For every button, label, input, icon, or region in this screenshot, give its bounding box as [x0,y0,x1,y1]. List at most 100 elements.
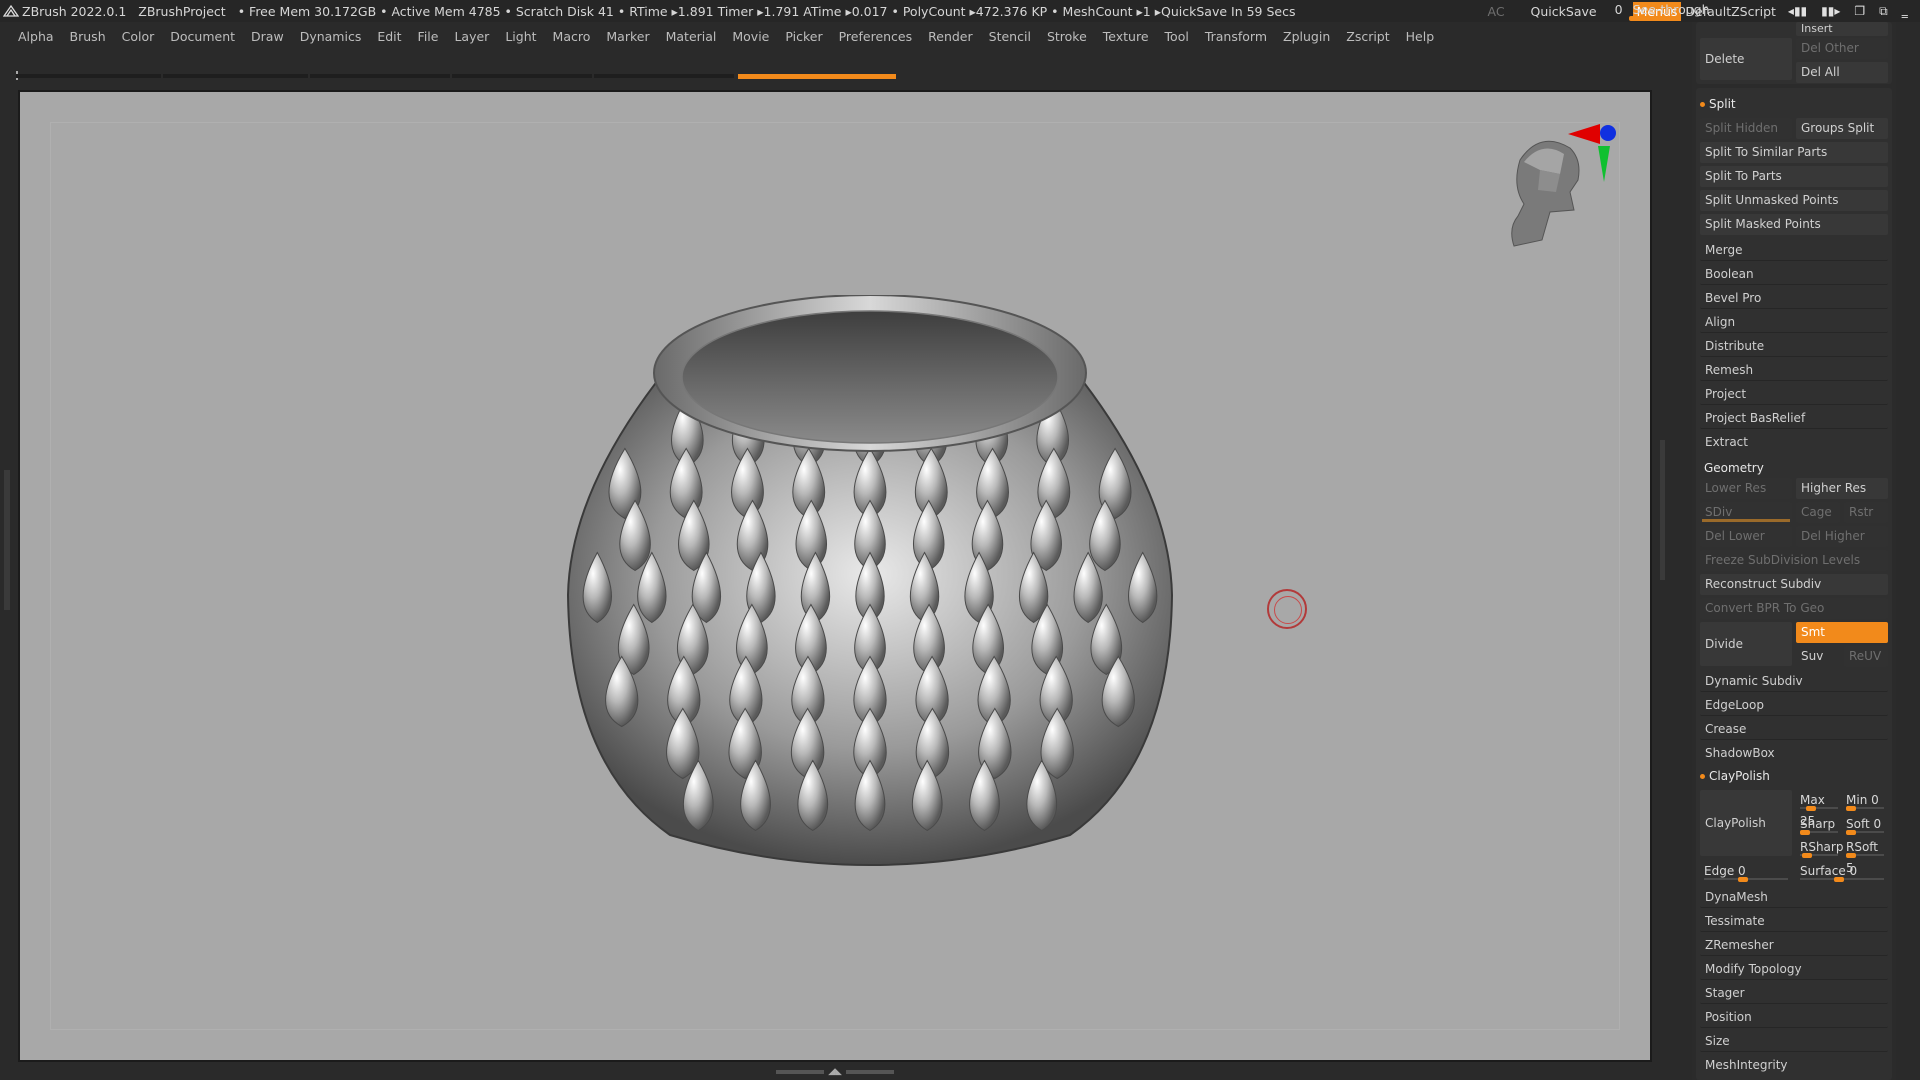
project-basrelief-subpalette[interactable]: Project BasRelief [1700,408,1888,429]
strip-segment[interactable] [163,74,308,78]
menu-stencil[interactable]: Stencil [989,29,1031,44]
claypolish-section-title[interactable]: ClayPolish [1700,767,1770,785]
right-tray-handle[interactable] [1660,440,1665,580]
slider-knob[interactable] [1802,853,1812,858]
layout-left-icon[interactable]: ◂▮▮ [1788,4,1807,19]
strip-segment-active[interactable] [738,74,896,79]
edge-slider[interactable]: Edge 0 [1700,861,1792,882]
split-masked-button[interactable]: Split Masked Points [1700,214,1888,235]
strip-segment[interactable] [16,74,161,78]
distribute-subpalette[interactable]: Distribute [1700,336,1888,357]
convert-bpr-button[interactable]: Convert BPR To Geo [1700,598,1888,619]
menu-render[interactable]: Render [928,29,973,44]
menu-texture[interactable]: Texture [1103,29,1149,44]
menu-document[interactable]: Document [170,29,235,44]
surface-slider[interactable]: Surface 0 [1796,861,1888,882]
dock-icon[interactable]: ⧉ [1879,4,1888,19]
menu-zscript[interactable]: Zscript [1346,29,1389,44]
strip-segment[interactable] [310,74,450,78]
menu-zplugin[interactable]: Zplugin [1283,29,1330,44]
stager-subpalette[interactable]: Stager [1700,983,1888,1004]
split-section-title[interactable]: Split [1700,95,1736,113]
menu-file[interactable]: File [418,29,439,44]
del-lower-button[interactable]: Del Lower [1700,526,1792,547]
split-hidden-button[interactable]: Split Hidden [1700,118,1792,139]
menu-light[interactable]: Light [505,29,536,44]
menu-transform[interactable]: Transform [1205,29,1267,44]
menu-picker[interactable]: Picker [785,29,822,44]
split-similar-parts-button[interactable]: Split To Similar Parts [1700,142,1888,163]
reconstruct-subdiv-button[interactable]: Reconstruct Subdiv [1700,574,1888,595]
left-tray-handle[interactable] [4,470,10,610]
groups-split-button[interactable]: Groups Split [1796,118,1888,139]
sharp-slider[interactable]: Sharp [1796,814,1842,835]
dynamic-subdiv-subpalette[interactable]: Dynamic Subdiv [1700,671,1888,692]
slider-knob[interactable] [1800,830,1810,835]
freeze-subdiv-button[interactable]: Freeze SubDivision Levels [1700,550,1888,571]
cage-button[interactable]: Cage [1796,502,1840,523]
crease-subpalette[interactable]: Crease [1700,719,1888,740]
suv-toggle[interactable]: Suv [1796,646,1840,667]
strip-segment[interactable] [594,74,734,78]
min-slider[interactable]: Min 0 [1842,790,1888,811]
zbrush-logo-icon[interactable] [3,2,19,20]
split-to-parts-button[interactable]: Split To Parts [1700,166,1888,187]
divide-button[interactable]: Divide [1700,622,1792,666]
menu-movie[interactable]: Movie [732,29,769,44]
geometry-section-title[interactable]: Geometry [1704,459,1764,477]
menu-layer[interactable]: Layer [454,29,489,44]
menu-preferences[interactable]: Preferences [839,29,913,44]
meshintegrity-subpalette[interactable]: MeshIntegrity [1700,1055,1888,1076]
zremesher-subpalette[interactable]: ZRemesher [1700,935,1888,956]
slider-knob[interactable] [1806,806,1816,811]
position-subpalette[interactable]: Position [1700,1007,1888,1028]
menu-material[interactable]: Material [666,29,717,44]
menu-brush[interactable]: Brush [70,29,106,44]
bevel-pro-subpalette[interactable]: Bevel Pro [1700,288,1888,309]
shadowbox-subpalette[interactable]: ShadowBox [1700,743,1888,764]
menu-macro[interactable]: Macro [553,29,591,44]
minimize-icon[interactable]: ‗ [1902,4,1908,19]
navigation-head-gizmo[interactable] [1500,120,1620,260]
boolean-subpalette[interactable]: Boolean [1700,264,1888,285]
menu-tool[interactable]: Tool [1165,29,1189,44]
menu-stroke[interactable]: Stroke [1047,29,1087,44]
dynamesh-subpalette[interactable]: DynaMesh [1700,887,1888,908]
edgeloop-subpalette[interactable]: EdgeLoop [1700,695,1888,716]
scaled-vase-model[interactable] [550,295,1190,885]
menu-draw[interactable]: Draw [251,29,284,44]
del-all-button[interactable]: Del All [1796,62,1888,83]
max-slider[interactable]: Max 25 [1796,790,1842,828]
align-subpalette[interactable]: Align [1700,312,1888,333]
soft-slider[interactable]: Soft 0 [1842,814,1888,835]
menu-dynamics[interactable]: Dynamics [300,29,362,44]
rstr-button[interactable]: Rstr [1844,502,1888,523]
menu-color[interactable]: Color [122,29,155,44]
extract-subpalette[interactable]: Extract [1700,432,1888,453]
slider-knob[interactable] [1846,853,1856,858]
ac-toggle[interactable]: AC [1487,4,1504,19]
rsharp-slider[interactable]: RSharp [1796,837,1843,858]
slider-knob[interactable] [1834,877,1844,882]
size-subpalette[interactable]: Size [1700,1031,1888,1052]
project-subpalette[interactable]: Project [1700,384,1888,405]
smt-toggle[interactable]: Smt [1796,622,1888,643]
remesh-subpalette[interactable]: Remesh [1700,360,1888,381]
floating-window-icon[interactable]: ❐ [1854,4,1865,19]
claypolish-button[interactable]: ClayPolish [1700,790,1792,856]
lower-res-button[interactable]: Lower Res [1700,478,1792,499]
menu-edit[interactable]: Edit [377,29,401,44]
layout-right-icon[interactable]: ▮▮▸ [1821,4,1840,19]
higher-res-button[interactable]: Higher Res [1796,478,1888,499]
strip-segment[interactable] [452,74,592,78]
del-other-button[interactable]: Del Other [1796,38,1888,59]
rsoft-slider[interactable]: RSoft 5 [1842,837,1888,875]
delete-button[interactable]: Delete [1700,38,1792,80]
slider-knob[interactable] [1738,877,1748,882]
slider-knob[interactable] [1846,806,1856,811]
modify-topology-subpalette[interactable]: Modify Topology [1700,959,1888,980]
slider-knob[interactable] [1846,830,1856,835]
del-higher-button[interactable]: Del Higher [1796,526,1888,547]
quicksave-button[interactable]: QuickSave [1531,4,1597,19]
merge-subpalette[interactable]: Merge [1700,240,1888,261]
